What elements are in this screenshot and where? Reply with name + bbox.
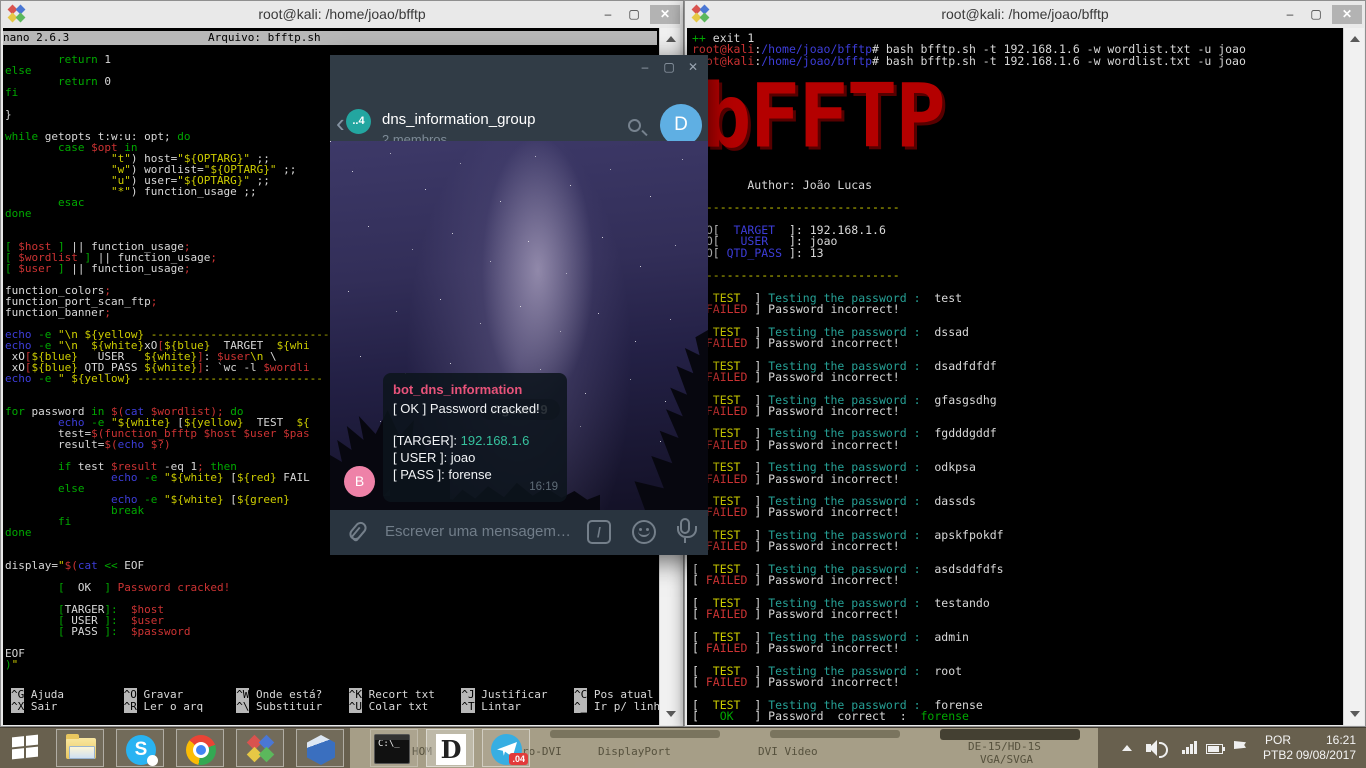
skype-icon: S (126, 735, 158, 766)
scroll-up-arrow[interactable] (1350, 36, 1360, 42)
back-chevron-icon[interactable]: ‹ (336, 110, 345, 136)
unread-count-badge: ..4 (346, 109, 371, 134)
message-target-line: [TARGER]: 192.168.1.6 (393, 433, 530, 448)
tray-date: 09/08/2017 (1295, 748, 1356, 762)
message-status-line: [ OK ] Password cracked! (393, 401, 540, 416)
left-terminal-title: root@kali: /home/joao/bfftp (258, 6, 426, 22)
xming-diamonds-icon (246, 734, 275, 763)
taskbar-item-dia[interactable]: D (426, 729, 474, 767)
nano-code: return 1 else return 0 fi} while getopts t:… (5, 53, 337, 671)
scroll-down-arrow[interactable] (1350, 711, 1360, 717)
nano-shortcuts[interactable]: ^G Ajuda ^O Gravar ^W Onde está? ^K Reco… (11, 688, 659, 713)
message-input[interactable]: Escrever uma mensagem… (385, 523, 571, 540)
right-terminal-scrollbar[interactable] (1343, 28, 1364, 725)
chat-title: dns_information_group (382, 111, 536, 128)
clock[interactable]: 16:21 09/08/2017 (1286, 733, 1356, 763)
volume-icon[interactable] (1146, 740, 1168, 758)
telegram-chat-header[interactable]: ‹ ..4 dns_information_group 2 membros D (330, 81, 708, 147)
terminal-icon: C:\_ (374, 734, 410, 764)
attach-paperclip-icon[interactable] (346, 519, 370, 543)
bot-avatar[interactable]: B (344, 466, 375, 497)
minimize-button[interactable]: – (1277, 5, 1303, 24)
windows-taskbar: HOM ro-DVI DisplayPort DVI Video DE-15/H… (0, 728, 1366, 768)
system-tray: ✕ POR PTB2 16:21 09/08/2017 (1104, 728, 1366, 768)
group-avatar[interactable]: D (660, 104, 702, 146)
telegram-titlebar[interactable]: – ▢ ✕ (330, 55, 708, 81)
chrome-icon (186, 735, 216, 765)
message-timestamp: 16:19 (529, 481, 558, 493)
close-button[interactable]: ✕ (682, 59, 704, 75)
taskbar-item-virtualbox[interactable] (296, 729, 344, 767)
message-sender[interactable]: bot_dns_information (393, 381, 557, 398)
bfftp-ascii-banner: bFFTP (701, 64, 946, 168)
taskbar-item-explorer[interactable] (56, 729, 104, 767)
tree-silhouette (634, 330, 708, 510)
right-terminal-titlebar[interactable]: root@kali: /home/joao/bfftp – ▢ ✕ (685, 1, 1365, 28)
message-bubble[interactable]: bot_dns_information [ OK ] Password crac… (383, 373, 567, 502)
nano-statusbar: nano 2.6.3 Arquivo: bfftp.sh (3, 31, 657, 45)
maximize-button[interactable]: ▢ (621, 5, 647, 24)
left-terminal-titlebar[interactable]: root@kali: /home/joao/bfftp – ▢ ✕ (1, 1, 683, 28)
show-hidden-icons-chevron[interactable] (1122, 745, 1132, 751)
virtualbox-icon (307, 735, 335, 765)
start-button[interactable] (12, 734, 38, 760)
scroll-up-arrow[interactable] (666, 36, 676, 42)
taskbar-item-skype[interactable]: S (116, 729, 164, 767)
telegram-unread-badge: .04 (509, 753, 528, 765)
emoji-icon[interactable] (632, 520, 656, 544)
minimize-button[interactable]: – (634, 59, 656, 75)
scroll-down-arrow[interactable] (666, 711, 676, 717)
message-user-line: [ USER ]: joao (393, 450, 476, 465)
bot-command-icon[interactable]: / (587, 520, 611, 544)
alert-badge: ✕ (1239, 749, 1247, 758)
minimize-button[interactable]: – (595, 5, 621, 24)
taskbar-item-telegram[interactable]: .04 (482, 729, 530, 767)
maximize-button[interactable]: ▢ (658, 59, 680, 75)
dia-icon: D (436, 734, 466, 765)
taskbar-item-chrome[interactable] (176, 729, 224, 767)
target-ip-link[interactable]: 192.168.1.6 (461, 433, 530, 448)
tray-time: 16:21 (1325, 733, 1356, 747)
voice-record-icon[interactable] (677, 518, 697, 543)
search-icon[interactable] (628, 119, 641, 132)
close-button[interactable]: ✕ (1332, 5, 1362, 24)
taskbar-item-xming[interactable] (236, 729, 284, 767)
terminal-window-right: root@kali: /home/joao/bfftp – ▢ ✕ ++ exi… (684, 0, 1366, 727)
close-button[interactable]: ✕ (650, 5, 680, 24)
telegram-window: – ▢ ✕ ‹ ..4 dns_information_group 2 memb… (330, 55, 708, 555)
file-explorer-icon (66, 734, 96, 759)
starfield-background (330, 141, 331, 142)
message-input-bar: Escrever uma mensagem… / (330, 510, 708, 555)
maximize-button[interactable]: ▢ (1303, 5, 1329, 24)
action-center-flag-icon[interactable]: ✕ (1234, 741, 1246, 749)
battery-icon[interactable] (1206, 744, 1225, 754)
terminal-output[interactable]: ++ exit 1 root@kali:/home/joao/bfftp# bas… (687, 28, 1343, 725)
nano-filename: Arquivo: bfftp.sh (208, 31, 321, 44)
right-terminal-title: root@kali: /home/joao/bfftp (941, 6, 1109, 22)
nano-version: nano 2.6.3 (3, 31, 70, 44)
taskbar-item-terminal[interactable]: C:\_ (370, 729, 418, 767)
